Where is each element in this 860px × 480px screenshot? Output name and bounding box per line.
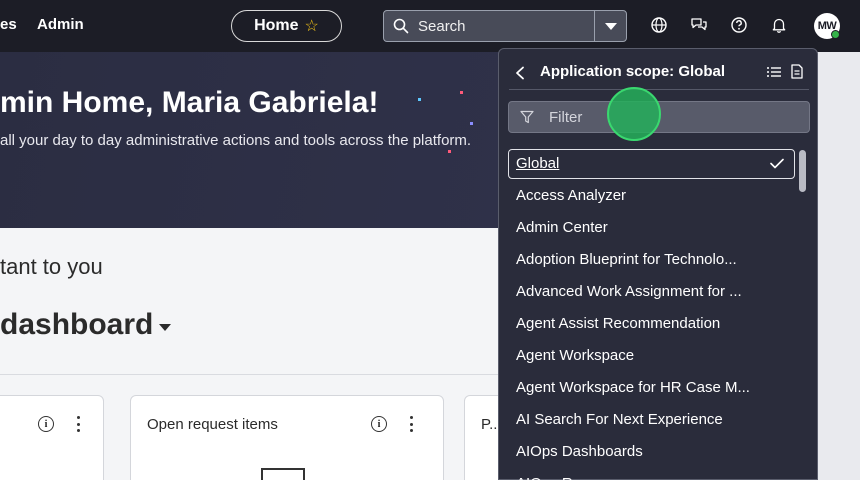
panel-divider <box>509 89 809 90</box>
decorative-sparkle <box>460 91 463 94</box>
list-view-icon[interactable] <box>767 66 781 78</box>
document-icon[interactable] <box>791 64 803 79</box>
scope-list-scrollbar[interactable] <box>799 150 806 192</box>
more-options-icon[interactable] <box>75 416 81 432</box>
filter-input[interactable]: Filter <box>549 109 582 126</box>
list-item[interactable]: Agent Workspace for HR Case M... <box>508 373 795 403</box>
scope-item-global[interactable]: Global <box>508 149 795 179</box>
dashboard-card: Open request items i <box>130 395 444 480</box>
top-navigation-bar: es Admin Home ☆ Search MW <box>0 0 860 52</box>
list-item[interactable]: Agent Assist Recommendation <box>508 309 795 339</box>
info-icon[interactable]: i <box>371 416 387 432</box>
nav-link-admin[interactable]: Admin <box>37 16 84 33</box>
section-divider <box>0 374 498 375</box>
scope-item-label: Global <box>516 155 560 172</box>
search-input[interactable]: Search <box>418 18 466 35</box>
checkmark-icon <box>770 158 784 169</box>
page-background-edge <box>817 52 860 480</box>
filter-funnel-icon <box>520 110 534 124</box>
list-item[interactable]: AIOps Dashboards <box>508 437 795 467</box>
chevron-down-icon <box>605 22 617 30</box>
search-scope-dropdown-button[interactable] <box>594 11 627 41</box>
dashboard-selector[interactable]: dashboard <box>0 308 153 342</box>
chevron-left-icon[interactable] <box>514 66 526 80</box>
list-item[interactable]: Agent Workspace <box>508 341 795 371</box>
list-item[interactable]: AIOps Ru... <box>508 469 795 480</box>
panel-title: Application scope: Global <box>540 63 726 80</box>
search-icon <box>393 18 409 34</box>
decorative-sparkle <box>470 122 473 125</box>
star-outline-icon[interactable]: ☆ <box>305 16 319 36</box>
report-chart-icon <box>261 468 305 480</box>
banner-subtitle: all your day to day administrative actio… <box>0 132 472 149</box>
list-item[interactable]: Access Analyzer <box>508 181 795 211</box>
section-heading: tant to you <box>0 254 103 279</box>
decorative-sparkle <box>448 150 451 153</box>
click-indicator <box>607 87 661 141</box>
list-item[interactable]: AI Search For Next Experience <box>508 405 795 435</box>
chevron-down-icon[interactable] <box>159 324 171 331</box>
home-tab-button[interactable]: Home ☆ <box>231 10 342 42</box>
scope-list: Global Access Analyzer Admin Center Adop… <box>508 149 798 480</box>
decorative-sparkle <box>418 98 421 101</box>
card-title: Open request items <box>147 416 278 433</box>
dashboard-card: i <box>0 395 104 480</box>
online-status-indicator <box>831 30 840 39</box>
nav-link-partial[interactable]: es <box>0 16 17 33</box>
help-icon[interactable] <box>730 16 748 34</box>
home-tab-label: Home <box>254 17 299 34</box>
page-title: min Home, Maria Gabriela! <box>0 86 379 119</box>
list-item[interactable]: Advanced Work Assignment for ... <box>508 277 795 307</box>
global-search-field[interactable]: Search <box>383 10 627 42</box>
bell-icon[interactable] <box>770 16 788 34</box>
list-item[interactable]: Admin Center <box>508 213 795 243</box>
more-options-icon[interactable] <box>408 416 414 432</box>
chat-bubbles-icon[interactable] <box>690 16 708 34</box>
info-icon[interactable]: i <box>38 416 54 432</box>
globe-icon[interactable] <box>650 16 668 34</box>
list-item[interactable]: Adoption Blueprint for Technolo... <box>508 245 795 275</box>
